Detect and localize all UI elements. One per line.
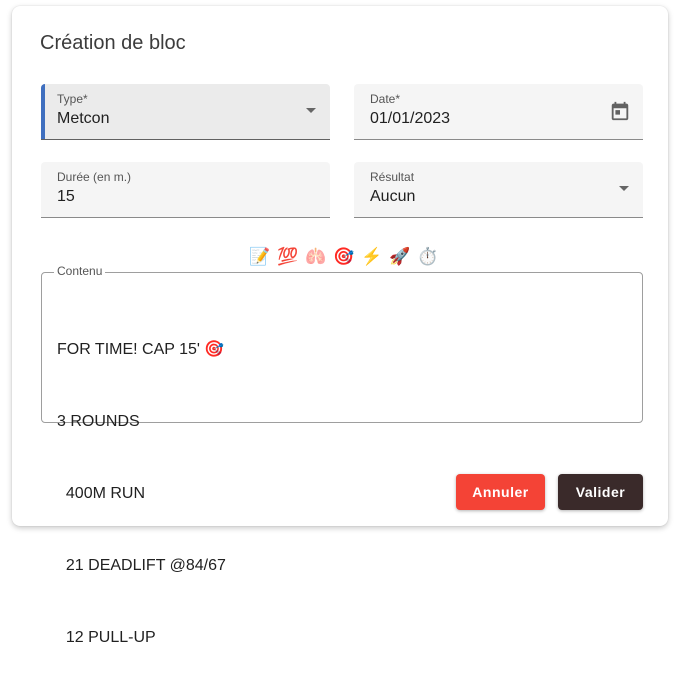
cancel-button[interactable]: Annuler [456, 474, 545, 510]
validate-button[interactable]: Valider [558, 474, 643, 510]
memo-emoji-icon[interactable]: 📝 [248, 246, 272, 270]
content-text: FOR TIME! CAP 15' 🎯 3 ROUNDS 400M RUN 21… [57, 290, 226, 698]
duration-field[interactable]: Durée (en m.) 15 [41, 162, 330, 218]
target-emoji-icon[interactable]: 🎯 [332, 246, 356, 270]
hundred-emoji-icon[interactable]: 💯 [276, 246, 300, 270]
lightning-emoji-icon[interactable]: ⚡ [360, 246, 384, 270]
type-label: Type* [57, 92, 88, 106]
content-line: 3 ROUNDS [57, 413, 140, 430]
result-select[interactable]: Résultat Aucun [354, 162, 643, 218]
lungs-emoji-icon[interactable]: 🫁 [304, 246, 328, 270]
content-line: FOR TIME! CAP 15' 🎯 [57, 341, 225, 358]
duration-label: Durée (en m.) [57, 170, 132, 184]
chevron-down-icon [306, 108, 316, 113]
date-value: 01/01/2023 [370, 110, 451, 127]
stopwatch-emoji-icon[interactable]: ⏱️ [416, 246, 440, 270]
type-select[interactable]: Type* Metcon [41, 84, 330, 140]
content-line: 400M RUN [57, 485, 146, 502]
date-label: Date* [370, 92, 401, 106]
content-line: 12 PULL-UP [57, 629, 156, 646]
date-field[interactable]: Date* 01/01/2023 [354, 84, 643, 140]
result-value: Aucun [370, 188, 416, 205]
calendar-icon[interactable] [609, 100, 631, 122]
dialog-title: Création de bloc [40, 32, 186, 54]
content-textarea[interactable]: Contenu FOR TIME! CAP 15' 🎯 3 ROUNDS 400… [41, 264, 643, 646]
type-value: Metcon [57, 110, 110, 127]
content-line: 21 DEADLIFT @84/67 [57, 557, 226, 574]
emoji-toolbar: 📝 💯 🫁 🎯 ⚡ 🚀 ⏱️ [248, 246, 440, 270]
create-block-dialog: Création de bloc Type* Metcon Date* 01/0… [12, 6, 668, 646]
rocket-emoji-icon[interactable]: 🚀 [388, 246, 412, 270]
duration-value: 15 [57, 188, 75, 205]
content-label: Contenu [54, 264, 106, 278]
chevron-down-icon [619, 186, 629, 191]
result-label: Résultat [370, 170, 415, 184]
